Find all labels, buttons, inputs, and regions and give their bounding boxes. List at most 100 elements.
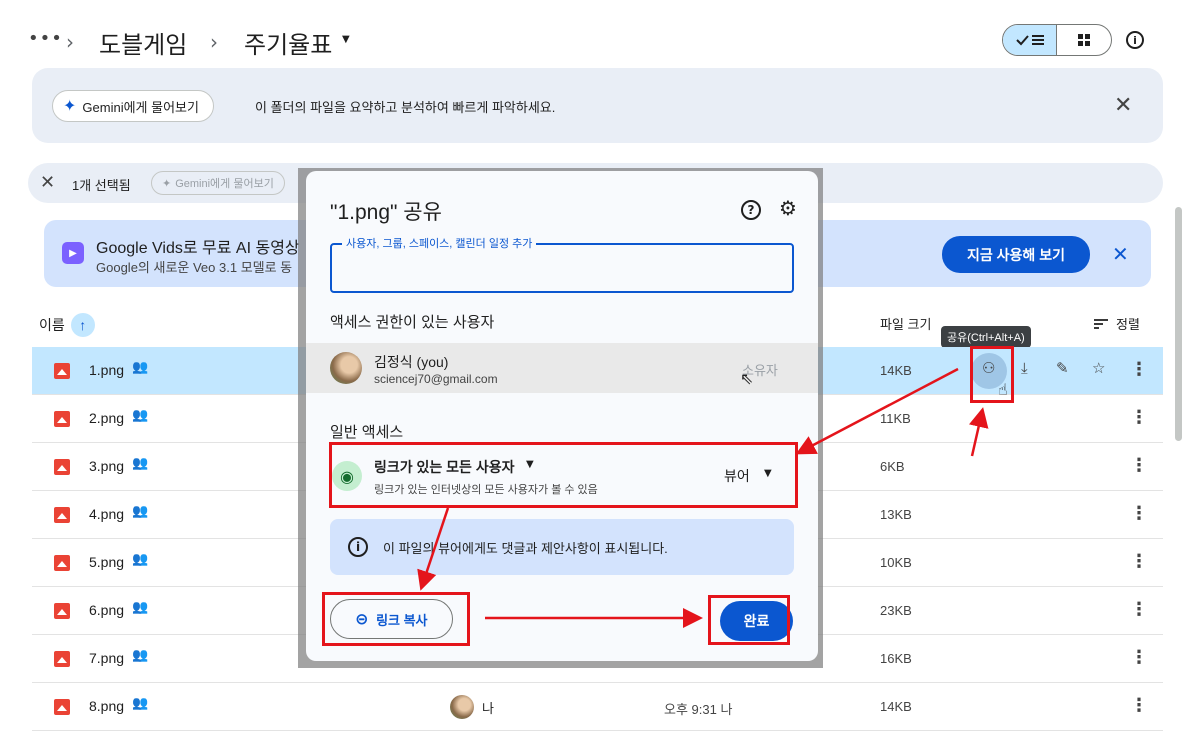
sort-button[interactable]: 정렬 — [1094, 314, 1140, 333]
view-toggle — [1002, 24, 1112, 56]
info-icon[interactable]: i — [1126, 31, 1144, 49]
sort-label: 정렬 — [1116, 317, 1140, 332]
modified-date: 오후 9:31 나 — [664, 702, 733, 717]
add-people-field[interactable] — [332, 245, 792, 291]
file-size: 14KB — [880, 699, 912, 714]
promo-subtitle: Google의 새로운 Veo 3.1 모델로 동 — [96, 260, 293, 275]
selection-gemini-button[interactable]: ✦ Gemini에게 물어보기 — [151, 171, 285, 195]
more-options-icon[interactable]: ⋮ — [1130, 695, 1148, 716]
clear-selection-icon[interactable]: ✕ — [40, 172, 55, 193]
more-options-icon[interactable]: ⋮ — [1130, 503, 1148, 524]
file-size: 6KB — [880, 459, 905, 474]
grid-view-button[interactable] — [1057, 25, 1111, 55]
gemini-ask-button[interactable]: ✦ Gemini에게 물어보기 — [52, 90, 214, 122]
general-access-heading: 일반 액세스 — [330, 424, 404, 441]
info-banner: i 이 파일의 뷰어에게도 댓글과 제안사항이 표시됩니다. — [330, 519, 794, 575]
share-dialog: "1.png" 공유 ? ⚙ 사용자, 그룹, 스페이스, 캘린더 일정 추가 … — [306, 171, 818, 661]
annotation-box-done — [708, 595, 790, 645]
cursor-icon: ⇖ — [740, 369, 754, 388]
more-options-icon[interactable]: ⋮ — [1130, 551, 1148, 572]
shared-people-icon: 👥 — [132, 408, 149, 423]
star-icon[interactable]: ☆ — [1092, 359, 1105, 377]
breadcrumb-current[interactable]: 주기율표 — [244, 25, 332, 60]
file-size: 16KB — [880, 651, 912, 666]
close-icon[interactable]: ✕ — [1114, 93, 1132, 118]
file-name: 2.png — [89, 410, 125, 426]
image-file-icon — [54, 699, 70, 715]
vids-logo-icon: ▶ — [62, 242, 84, 264]
add-people-label: 사용자, 그룹, 스페이스, 캘린더 일정 추가 — [342, 235, 537, 251]
table-row[interactable]: 8.png 👥 14KB ⋮ 나 오후 9:31 나 — [32, 683, 1163, 731]
shared-people-icon: 👥 — [132, 600, 149, 615]
shared-people-icon: 👥 — [132, 552, 149, 567]
shared-people-icon: 👥 — [132, 648, 149, 663]
info-banner-text: 이 파일의 뷰어에게도 댓글과 제안사항이 표시됩니다. — [383, 541, 668, 556]
close-icon[interactable]: ✕ — [1112, 242, 1129, 266]
shared-people-icon: 👥 — [132, 504, 149, 519]
more-options-icon[interactable]: ⋮ — [1130, 455, 1148, 476]
column-name-label: 이름 — [39, 317, 65, 333]
file-name: 7.png — [89, 650, 125, 666]
avatar — [330, 352, 362, 384]
gear-icon[interactable]: ⚙ — [779, 196, 797, 220]
promo-title: Google Vids로 무료 AI 동영상 — [96, 240, 300, 257]
more-options-icon[interactable]: ⋮ — [1130, 407, 1148, 428]
download-icon[interactable]: ⤓ — [1021, 359, 1028, 377]
annotation-box-general-access — [329, 442, 798, 508]
owner-name: 나 — [482, 700, 494, 716]
scrollbar[interactable] — [1175, 207, 1182, 441]
sort-lines-icon — [1094, 318, 1108, 329]
share-tooltip: 공유(Ctrl+Alt+A) — [941, 326, 1031, 348]
user-email: sciencej70@gmail.com — [374, 372, 498, 386]
breadcrumb-more-button[interactable]: ••• — [28, 28, 63, 49]
check-list-icon — [1015, 35, 1044, 46]
user-name: 김정식 (you) — [374, 354, 449, 370]
sparkle-icon: ✦ — [63, 98, 77, 115]
shared-people-icon: 👥 — [132, 456, 149, 471]
more-options-icon[interactable]: ⋮ — [1130, 599, 1148, 620]
dialog-title: "1.png" 공유 — [330, 201, 442, 224]
file-name: 6.png — [89, 602, 125, 618]
file-size: 11KB — [880, 411, 911, 426]
chevron-right-icon: › — [210, 30, 218, 54]
top-bar: ••• › 도블게임 › 주기율표 ▼ i — [0, 0, 1194, 64]
info-icon: i — [348, 537, 368, 557]
promo-cta-button[interactable]: 지금 사용해 보기 — [942, 236, 1090, 273]
file-size: 13KB — [880, 507, 912, 522]
arrow-up-icon[interactable]: ↑ — [70, 313, 95, 337]
shared-people-icon: 👥 — [132, 696, 149, 711]
access-user-row: 김정식 (you) sciencej70@gmail.com 소유자 ⇖ — [306, 343, 818, 393]
annotation-box-copy-link — [322, 592, 470, 646]
image-file-icon — [54, 363, 70, 379]
breadcrumb-parent[interactable]: 도블게임 — [99, 25, 187, 60]
help-icon[interactable]: ? — [741, 200, 761, 220]
column-header-size[interactable]: 파일 크기 — [880, 314, 931, 333]
hand-cursor-icon: ☝ — [998, 380, 1008, 399]
chevron-right-icon: › — [66, 30, 74, 54]
image-file-icon — [54, 603, 70, 619]
more-options-icon[interactable]: ⋮ — [1130, 647, 1148, 668]
selection-count: 1개 선택됨 — [72, 178, 131, 193]
selection-gemini-label: Gemini에게 물어보기 — [175, 178, 274, 190]
sparkle-icon: ✦ — [162, 177, 172, 190]
image-file-icon — [54, 411, 70, 427]
more-options-icon[interactable]: ⋮ — [1130, 359, 1148, 380]
file-name: 3.png — [89, 458, 125, 474]
gemini-bar: ✦ Gemini에게 물어보기 이 폴더의 파일을 요약하고 분석하여 빠르게 … — [32, 68, 1163, 143]
image-file-icon — [54, 507, 70, 523]
owner-cell: 나 — [450, 695, 494, 719]
avatar — [450, 695, 474, 719]
column-header-name[interactable]: 이름 ↑ — [39, 313, 95, 337]
caret-down-icon[interactable]: ▼ — [342, 34, 350, 45]
file-name: 4.png — [89, 506, 125, 522]
shared-people-icon: 👥 — [132, 360, 149, 375]
image-file-icon — [54, 555, 70, 571]
file-name: 1.png — [89, 362, 125, 378]
list-view-button[interactable] — [1003, 25, 1058, 55]
gemini-bar-text: 이 폴더의 파일을 요약하고 분석하여 빠르게 파악하세요. — [255, 100, 556, 115]
file-size: 10KB — [880, 555, 912, 570]
access-heading: 액세스 권한이 있는 사용자 — [330, 314, 495, 331]
image-file-icon — [54, 651, 70, 667]
edit-icon[interactable]: ✎ — [1056, 359, 1069, 377]
gemini-button-label: Gemini에게 물어보기 — [82, 99, 199, 115]
